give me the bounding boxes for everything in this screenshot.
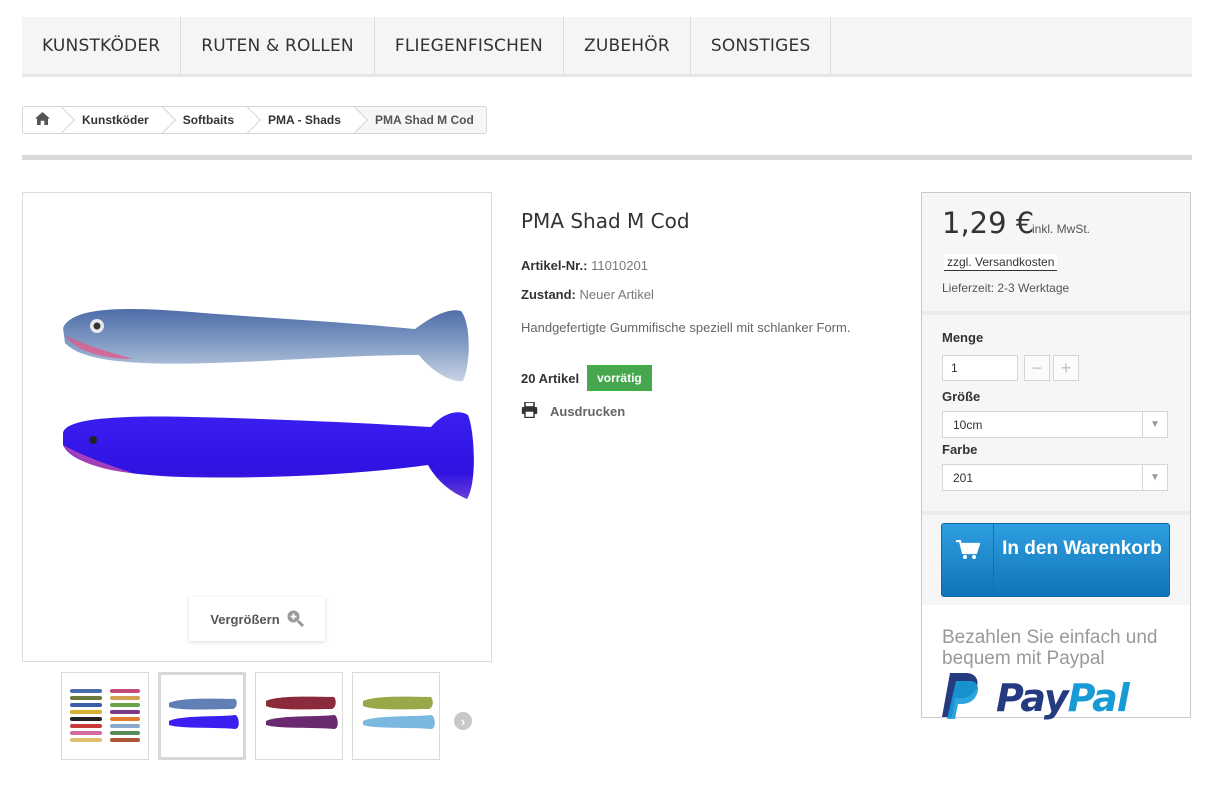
zoom-in-icon [286, 609, 304, 630]
stock-info: 20 Artikel vorrätig [521, 365, 652, 391]
breadcrumb-label: PMA - Shads [268, 113, 341, 127]
chevron-down-icon: ▼ [1142, 465, 1167, 490]
sku-value: 11010201 [591, 258, 648, 273]
stock-count: 20 Artikel [521, 370, 580, 386]
breadcrumb-home[interactable] [23, 107, 64, 133]
quantity-increase-button[interactable]: + [1053, 355, 1079, 381]
nav-item-fliegenfischen[interactable]: FLIEGENFISCHEN [375, 17, 564, 74]
printer-icon [521, 401, 538, 421]
sku-label: Artikel-Nr.: [521, 258, 588, 273]
stock-status-badge: vorrätig [587, 365, 652, 391]
minus-icon: − [1031, 357, 1043, 378]
nav-item-sonstiges[interactable]: SONSTIGES [691, 17, 832, 74]
breadcrumb-label: Softbaits [182, 113, 235, 127]
product-condition: Zustand: Neuer Artikel [521, 287, 654, 302]
delivery-time: Lieferzeit: 2-3 Werktage [942, 281, 1070, 295]
thumbnail-1[interactable] [61, 672, 149, 760]
color-select[interactable]: 201 ▼ [942, 464, 1168, 491]
size-select[interactable]: 10cm ▼ [942, 411, 1168, 438]
add-to-cart-label: In den Warenkorb [1002, 538, 1162, 559]
chevron-down-icon: ▼ [1142, 412, 1167, 437]
quantity-label: Menge [942, 330, 984, 345]
add-to-cart-button[interactable]: In den Warenkorb [941, 523, 1170, 597]
print-link[interactable]: Ausdrucken [521, 401, 626, 421]
thumbnail-strip [61, 672, 440, 760]
color-selected-value: 201 [953, 471, 974, 485]
nav-item-ruten-rollen[interactable]: RUTEN & ROLLEN [181, 17, 375, 74]
condition-label: Zustand: [521, 287, 576, 302]
size-label: Größe [942, 389, 981, 404]
cart-icon [942, 524, 994, 596]
product-image-box[interactable]: Vergrößern [22, 192, 492, 662]
product-description: Handgefertigte Gummifische speziell mit … [521, 320, 851, 335]
breadcrumb-item-kunstkoeder[interactable]: Kunstköder [64, 107, 165, 133]
breadcrumb: Kunstköder Softbaits PMA - Shads PMA Sha… [22, 106, 487, 134]
plus-icon: + [1060, 357, 1072, 378]
product-price: 1,29 € [942, 206, 1035, 240]
color-label: Farbe [942, 442, 978, 457]
nav-item-zubehoer[interactable]: ZUBEHÖR [564, 17, 691, 74]
condition-value: Neuer Artikel [579, 287, 654, 302]
paypal-icon [940, 671, 980, 724]
shipping-link[interactable]: zzgl. Versandkosten [944, 254, 1058, 271]
thumbnail-3[interactable] [255, 672, 343, 760]
breadcrumb-item-pma-shads[interactable]: PMA - Shads [250, 107, 357, 133]
zoom-button[interactable]: Vergrößern [189, 597, 325, 641]
thumbnail-2[interactable] [158, 672, 246, 760]
section-divider [22, 155, 1192, 160]
price-area: 1,29 € inkl. MwSt. zzgl. Versandkosten L… [922, 193, 1190, 315]
paypal-area: Bezahlen Sie einfach und bequem mit Payp… [922, 605, 1190, 720]
paypal-logo[interactable]: PayPal [940, 671, 1130, 724]
paypal-wordmark: PayPal [996, 675, 1130, 720]
breadcrumb-label: PMA Shad M Cod [374, 113, 474, 127]
main-nav: KUNSTKÖDER RUTEN & ROLLEN FLIEGENFISCHEN… [22, 17, 1192, 77]
breadcrumb-item-current: PMA Shad M Cod [356, 107, 486, 133]
home-icon [35, 112, 50, 128]
paypal-text: Bezahlen Sie einfach und bequem mit Payp… [942, 627, 1158, 669]
tax-note: inkl. MwSt. [1032, 222, 1091, 236]
product-image [63, 309, 474, 499]
zoom-label: Vergrößern [210, 611, 280, 627]
product-sku: Artikel-Nr.: 11010201 [521, 258, 648, 273]
quantity-input[interactable]: 1 [942, 355, 1018, 381]
thumbnail-4[interactable] [352, 672, 440, 760]
chevron-right-icon[interactable]: › [454, 712, 472, 730]
breadcrumb-label: Kunstköder [82, 113, 149, 127]
quantity-decrease-button[interactable]: − [1024, 355, 1050, 381]
size-selected-value: 10cm [953, 418, 983, 432]
buy-box: 1,29 € inkl. MwSt. zzgl. Versandkosten L… [921, 192, 1191, 720]
breadcrumb-item-softbaits[interactable]: Softbaits [164, 107, 251, 133]
print-label: Ausdrucken [550, 404, 626, 419]
product-title: PMA Shad M Cod [521, 209, 690, 233]
nav-item-kunstkoeder[interactable]: KUNSTKÖDER [22, 17, 182, 74]
